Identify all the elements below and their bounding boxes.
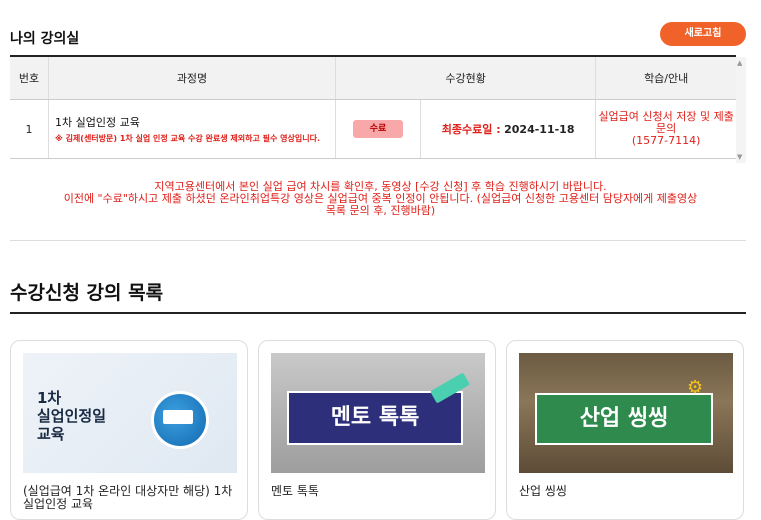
course-card-title[interactable]: 멘토 톡톡 — [271, 485, 487, 498]
guide-cell[interactable]: 실업급여 신청서 저장 및 제출 문의 (1577-7114) — [595, 99, 736, 159]
course-thumbnail[interactable]: 1차 실업인정일 교육 — [23, 353, 237, 473]
scroll-up-icon[interactable]: ▲ — [737, 59, 742, 67]
ministry-logo-icon — [163, 410, 193, 424]
course-thumbnail[interactable]: 산업 씽씽 ⚙ — [519, 353, 733, 473]
guide-line-3[interactable]: (1577-7114) — [596, 135, 736, 147]
status-cell: 수료 — [335, 99, 421, 159]
refresh-button[interactable]: 새로고침 — [660, 22, 746, 46]
thumb-line-1: 1차 — [37, 389, 62, 407]
page-title: 나의 강의실 — [10, 31, 80, 47]
complete-date-cell: 최종수료일 : 2024-11-18 — [420, 99, 597, 159]
status-badge: 수료 — [353, 120, 403, 138]
table-scrollbar[interactable]: ▲ ▼ — [736, 57, 746, 163]
table-row: 1 1차 실업인정 교육 ※ 김제(센터방문) 1차 실업 인정 교육 수강 완… — [10, 99, 736, 159]
scroll-down-icon[interactable]: ▼ — [737, 153, 742, 161]
course-name-cell[interactable]: 1차 실업인정 교육 ※ 김제(센터방문) 1차 실업 인정 교육 수강 완료생… — [48, 99, 336, 159]
complete-label: 최종수료일 : — [441, 123, 501, 136]
course-name[interactable]: 1차 실업인정 교육 — [55, 116, 140, 129]
course-list-title: 수강신청 강의 목록 — [10, 282, 164, 304]
thumbnail-text: 1차 실업인정일 교육 — [37, 389, 106, 443]
course-card-1[interactable]: 1차 실업인정일 교육 (실업급여 1차 온라인 대상자만 해당) 1차 실업인… — [10, 340, 248, 520]
thumb-line-3: 교육 — [37, 425, 65, 443]
header-num: 번호 — [10, 57, 49, 100]
thumb-line-2: 실업인정일 — [37, 407, 107, 425]
complete-date: 2024-11-18 — [504, 123, 575, 136]
notice-line-3: 목록 문의 후, 진행바람) — [325, 204, 436, 217]
course-card-2[interactable]: 멘토 톡톡 멘토 톡톡 — [258, 340, 496, 520]
course-table: 번호 과정명 수강현황 학습/안내 1 1차 실업인정 교육 ※ 김제(센터방문… — [10, 57, 736, 159]
course-list-rule — [10, 312, 746, 314]
gear-icon: ⚙ — [687, 377, 704, 398]
thumbnail-banner: 산업 씽씽 — [535, 393, 713, 445]
header-course: 과정명 — [48, 57, 336, 100]
header-status: 수강현황 — [335, 57, 597, 100]
course-card-3[interactable]: 산업 씽씽 ⚙ 산업 씽씽 — [506, 340, 744, 520]
course-card-title[interactable]: 산업 씽씽 — [519, 485, 735, 498]
course-card-title[interactable]: (실업급여 1차 온라인 대상자만 해당) 1차 실업인정 교육 — [23, 485, 239, 511]
course-thumbnail[interactable]: 멘토 톡톡 — [271, 353, 485, 473]
course-note: ※ 김제(센터방문) 1차 실업 인정 교육 수강 완료생 제외하고 필수 영상… — [55, 133, 320, 143]
notice-text: 지역고용센터에서 본인 실업 급여 차시를 확인후, 동영상 [수강 신청] 후… — [0, 181, 761, 217]
section-divider — [10, 240, 746, 241]
row-num: 1 — [10, 99, 49, 159]
header-guide: 학습/안내 — [595, 57, 736, 100]
